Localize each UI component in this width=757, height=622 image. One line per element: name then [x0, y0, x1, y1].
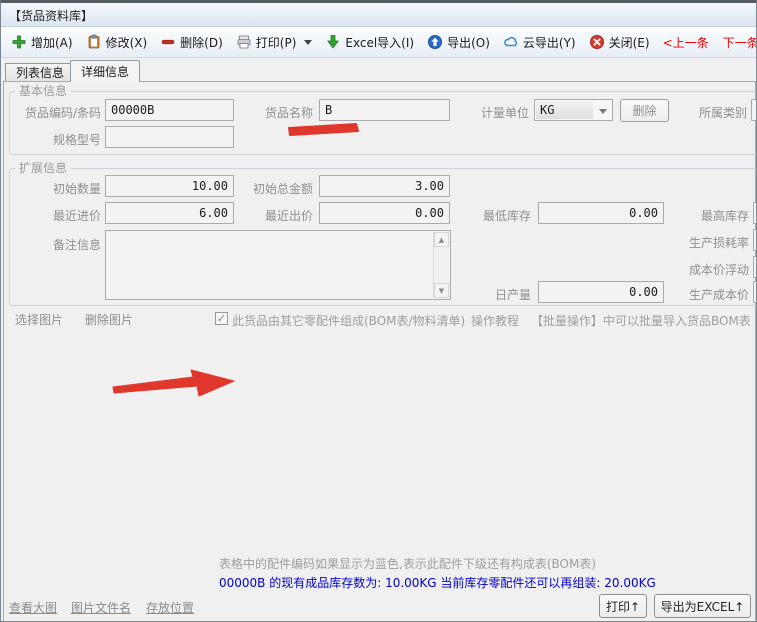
basic-info-title: 基本信息	[15, 85, 71, 97]
print-button[interactable]: 打印(P)	[236, 34, 313, 51]
recent-in-field[interactable]: 6.00	[105, 202, 234, 224]
init-amt-field[interactable]: 3.00	[319, 175, 450, 197]
operation-tutorial-link[interactable]: 操作教程	[471, 312, 519, 329]
name-label: 货品名称	[249, 104, 313, 121]
close-icon	[589, 34, 605, 50]
unit-dropdown-button[interactable]	[596, 104, 610, 118]
close-label: 关闭(E)	[609, 34, 650, 51]
picture-filename-link[interactable]: 图片文件名	[71, 599, 131, 616]
tab-detail-label: 详细信息	[81, 63, 129, 80]
max-stock-label: 最高库存	[685, 207, 749, 224]
tab-list-label: 列表信息	[16, 64, 64, 81]
recent-out-field[interactable]: 0.00	[319, 202, 450, 224]
tab-detail-info[interactable]: 详细信息	[70, 60, 140, 82]
scroll-up-icon[interactable]: ▲	[434, 232, 449, 247]
min-stock-field[interactable]: 0.00	[538, 202, 664, 224]
bom-checkbox[interactable]: ✓	[215, 312, 228, 325]
daily-output-field[interactable]: 0.00	[538, 281, 664, 303]
category-label: 所属类别	[687, 104, 747, 121]
scroll-down-icon[interactable]: ▼	[434, 283, 449, 298]
delete-picture-link[interactable]: 删除图片	[85, 311, 133, 328]
max-stock-field[interactable]	[753, 202, 757, 224]
unit-value: KG	[536, 101, 593, 119]
export-icon	[427, 34, 443, 50]
cloud-export-label: 云导出(Y)	[523, 34, 576, 51]
minus-icon	[160, 34, 176, 50]
recent-in-label: 最近进价	[9, 207, 101, 224]
delete-button[interactable]: 删除(D)	[160, 34, 223, 51]
extend-info-title: 扩展信息	[15, 162, 71, 174]
remark-label: 备注信息	[41, 236, 101, 253]
unit-combobox[interactable]: KG	[534, 99, 613, 121]
add-icon	[11, 34, 27, 50]
code-label: 货品编码/条码	[9, 104, 101, 121]
close-button[interactable]: 关闭(E)	[589, 34, 650, 51]
edit-label: 修改(X)	[106, 34, 148, 51]
stock-summary-text: 00000B 的现有成品库存数为: 10.00KG 当前库存零配件还可以再组装:…	[219, 574, 656, 591]
name-field[interactable]: B	[319, 99, 450, 121]
add-label: 增加(A)	[31, 34, 73, 51]
print-label: 打印(P)	[256, 34, 297, 51]
chevron-down-icon	[599, 109, 607, 114]
prev-record-button[interactable]: <上一条	[663, 34, 709, 51]
select-picture-link[interactable]: 选择图片	[15, 311, 63, 328]
bom-checkbox-label: 此货品由其它零配件组成(BOM表/物料清单)	[232, 312, 465, 329]
next-record-button[interactable]: 下一条>	[723, 34, 756, 51]
cloud-icon	[503, 34, 519, 50]
prod-cost-label: 生产成本价	[679, 286, 749, 303]
printer-icon	[236, 34, 252, 50]
window-title: 【货品资料库】	[9, 7, 93, 24]
daily-output-label: 日产量	[467, 286, 531, 303]
batch-import-tip: 【批量操作】中可以批量导入货品BOM表	[531, 312, 751, 329]
print-bottom-button[interactable]: 打印↑	[599, 594, 647, 618]
remark-textarea[interactable]: ▲ ▼	[105, 230, 451, 300]
add-button[interactable]: 增加(A)	[11, 34, 73, 51]
remark-scrollbar[interactable]: ▲ ▼	[433, 232, 449, 298]
cloud-export-button[interactable]: 云导出(Y)	[503, 34, 576, 51]
bom-blue-hint: 表格中的配件编码如果显示为蓝色,表示此配件下级还有构成表(BOM表)	[219, 555, 596, 572]
code-field[interactable]: 00000B	[105, 99, 234, 121]
init-qty-label: 初始数量	[9, 180, 101, 197]
category-field[interactable]: 1	[751, 99, 757, 121]
loss-rate-label: 生产损耗率	[679, 234, 749, 251]
title-bar: 【货品资料库】	[1, 3, 756, 27]
cost-float-label: 成本价浮动	[679, 261, 749, 278]
print-dropdown-caret-icon[interactable]	[304, 40, 312, 45]
cost-float-field[interactable]	[753, 256, 757, 278]
export-button[interactable]: 导出(O)	[427, 34, 490, 51]
loss-rate-field[interactable]	[753, 229, 757, 251]
view-large-image-link[interactable]: 查看大图	[9, 599, 57, 616]
init-amt-label: 初始总金额	[241, 180, 313, 197]
goods-data-window: 【货品资料库】 增加(A) 修改(X) 删除(D) 打印(P) Excel导入(…	[0, 0, 757, 622]
edit-button[interactable]: 修改(X)	[86, 34, 148, 51]
edit-icon	[86, 34, 102, 50]
tab-list-info[interactable]: 列表信息	[5, 63, 75, 81]
min-stock-label: 最低库存	[467, 207, 531, 224]
storage-location-link[interactable]: 存放位置	[146, 599, 194, 616]
spec-label: 规格型号	[41, 131, 101, 148]
delete-label: 删除(D)	[180, 34, 223, 51]
spec-field[interactable]	[105, 126, 234, 148]
excel-import-label: Excel导入(I)	[345, 34, 414, 51]
unit-delete-button[interactable]: 删除	[620, 99, 669, 122]
toolbar: 增加(A) 修改(X) 删除(D) 打印(P) Excel导入(I) 导出(O)…	[1, 27, 756, 58]
export-excel-button[interactable]: 导出为EXCEL↑	[654, 594, 751, 618]
init-qty-field[interactable]: 10.00	[105, 175, 234, 197]
recent-out-label: 最近出价	[241, 207, 313, 224]
excel-import-button[interactable]: Excel导入(I)	[325, 34, 414, 51]
detail-panel	[3, 81, 756, 622]
excel-import-icon	[325, 34, 341, 50]
prod-cost-field[interactable]	[753, 281, 757, 303]
export-label: 导出(O)	[447, 34, 490, 51]
unit-label: 计量单位	[469, 104, 529, 121]
